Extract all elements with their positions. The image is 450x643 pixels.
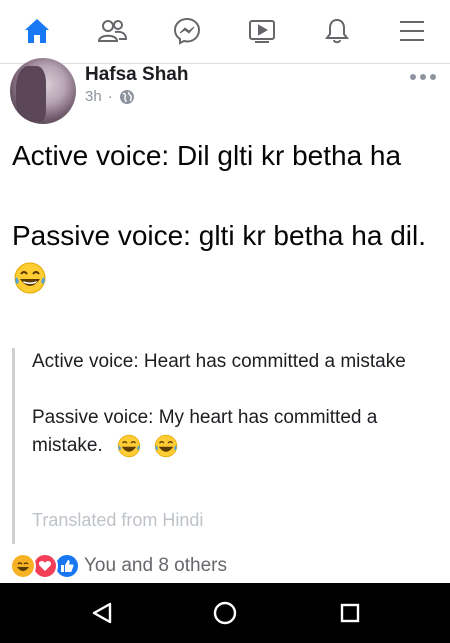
post-text: Active voice: Dil glti kr betha ha Passi… [12, 136, 438, 296]
reaction-icons [10, 553, 80, 579]
post-line-passive: Passive voice: glti kr betha ha dil. [12, 216, 438, 296]
translation-line-passive: Passive voice: My heart has committed a … [32, 404, 438, 460]
notifications-tab[interactable] [320, 14, 354, 48]
public-globe-icon [119, 89, 134, 104]
friends-tab[interactable] [95, 14, 129, 48]
translation-block: Active voice: Heart has committed a mist… [12, 348, 438, 544]
home-button[interactable] [211, 599, 239, 627]
notifications-icon [325, 18, 349, 44]
watch-icon [249, 20, 275, 43]
reaction-count-text[interactable]: You and 8 others [84, 555, 227, 577]
translated-from-label[interactable]: Translated from Hindi [32, 510, 203, 531]
translation-line-active: Active voice: Heart has committed a mist… [32, 351, 406, 372]
friends-icon [97, 20, 127, 42]
haha-icon [10, 553, 36, 579]
more-options-icon[interactable] [410, 70, 436, 84]
messenger-tab[interactable] [170, 14, 204, 48]
back-icon [92, 602, 112, 624]
translation-line-passive-text: Passive voice: My heart has committed a … [32, 407, 378, 456]
meta-separator: · [107, 88, 113, 105]
home-circle-icon [213, 601, 237, 625]
post-header: Hafsa Shah 3h · [0, 58, 450, 126]
back-button[interactable] [88, 599, 116, 627]
reactions-summary[interactable]: You and 8 others [10, 552, 227, 580]
laughing-tears-emoji-icon [14, 262, 46, 294]
system-navigation-bar [0, 583, 450, 643]
home-icon [25, 19, 49, 43]
watch-tab[interactable] [245, 14, 279, 48]
menu-tab[interactable] [395, 14, 429, 48]
author-name[interactable]: Hafsa Shah [85, 64, 188, 86]
messenger-icon [173, 17, 201, 45]
top-navigation-bar [0, 0, 450, 64]
post-time[interactable]: 3h [85, 88, 102, 105]
recents-icon [340, 603, 360, 623]
home-tab[interactable] [20, 14, 54, 48]
post-line-active: Active voice: Dil glti kr betha ha [12, 140, 402, 171]
laughing-tears-emoji-icon [117, 434, 141, 458]
avatar[interactable] [10, 58, 76, 124]
post-line-passive-text: Passive voice: glti kr betha ha dil. [12, 220, 426, 251]
laughing-tears-emoji-icon [155, 434, 178, 458]
menu-icon [400, 21, 424, 41]
recents-button[interactable] [336, 599, 364, 627]
post-meta: 3h · [85, 88, 135, 105]
